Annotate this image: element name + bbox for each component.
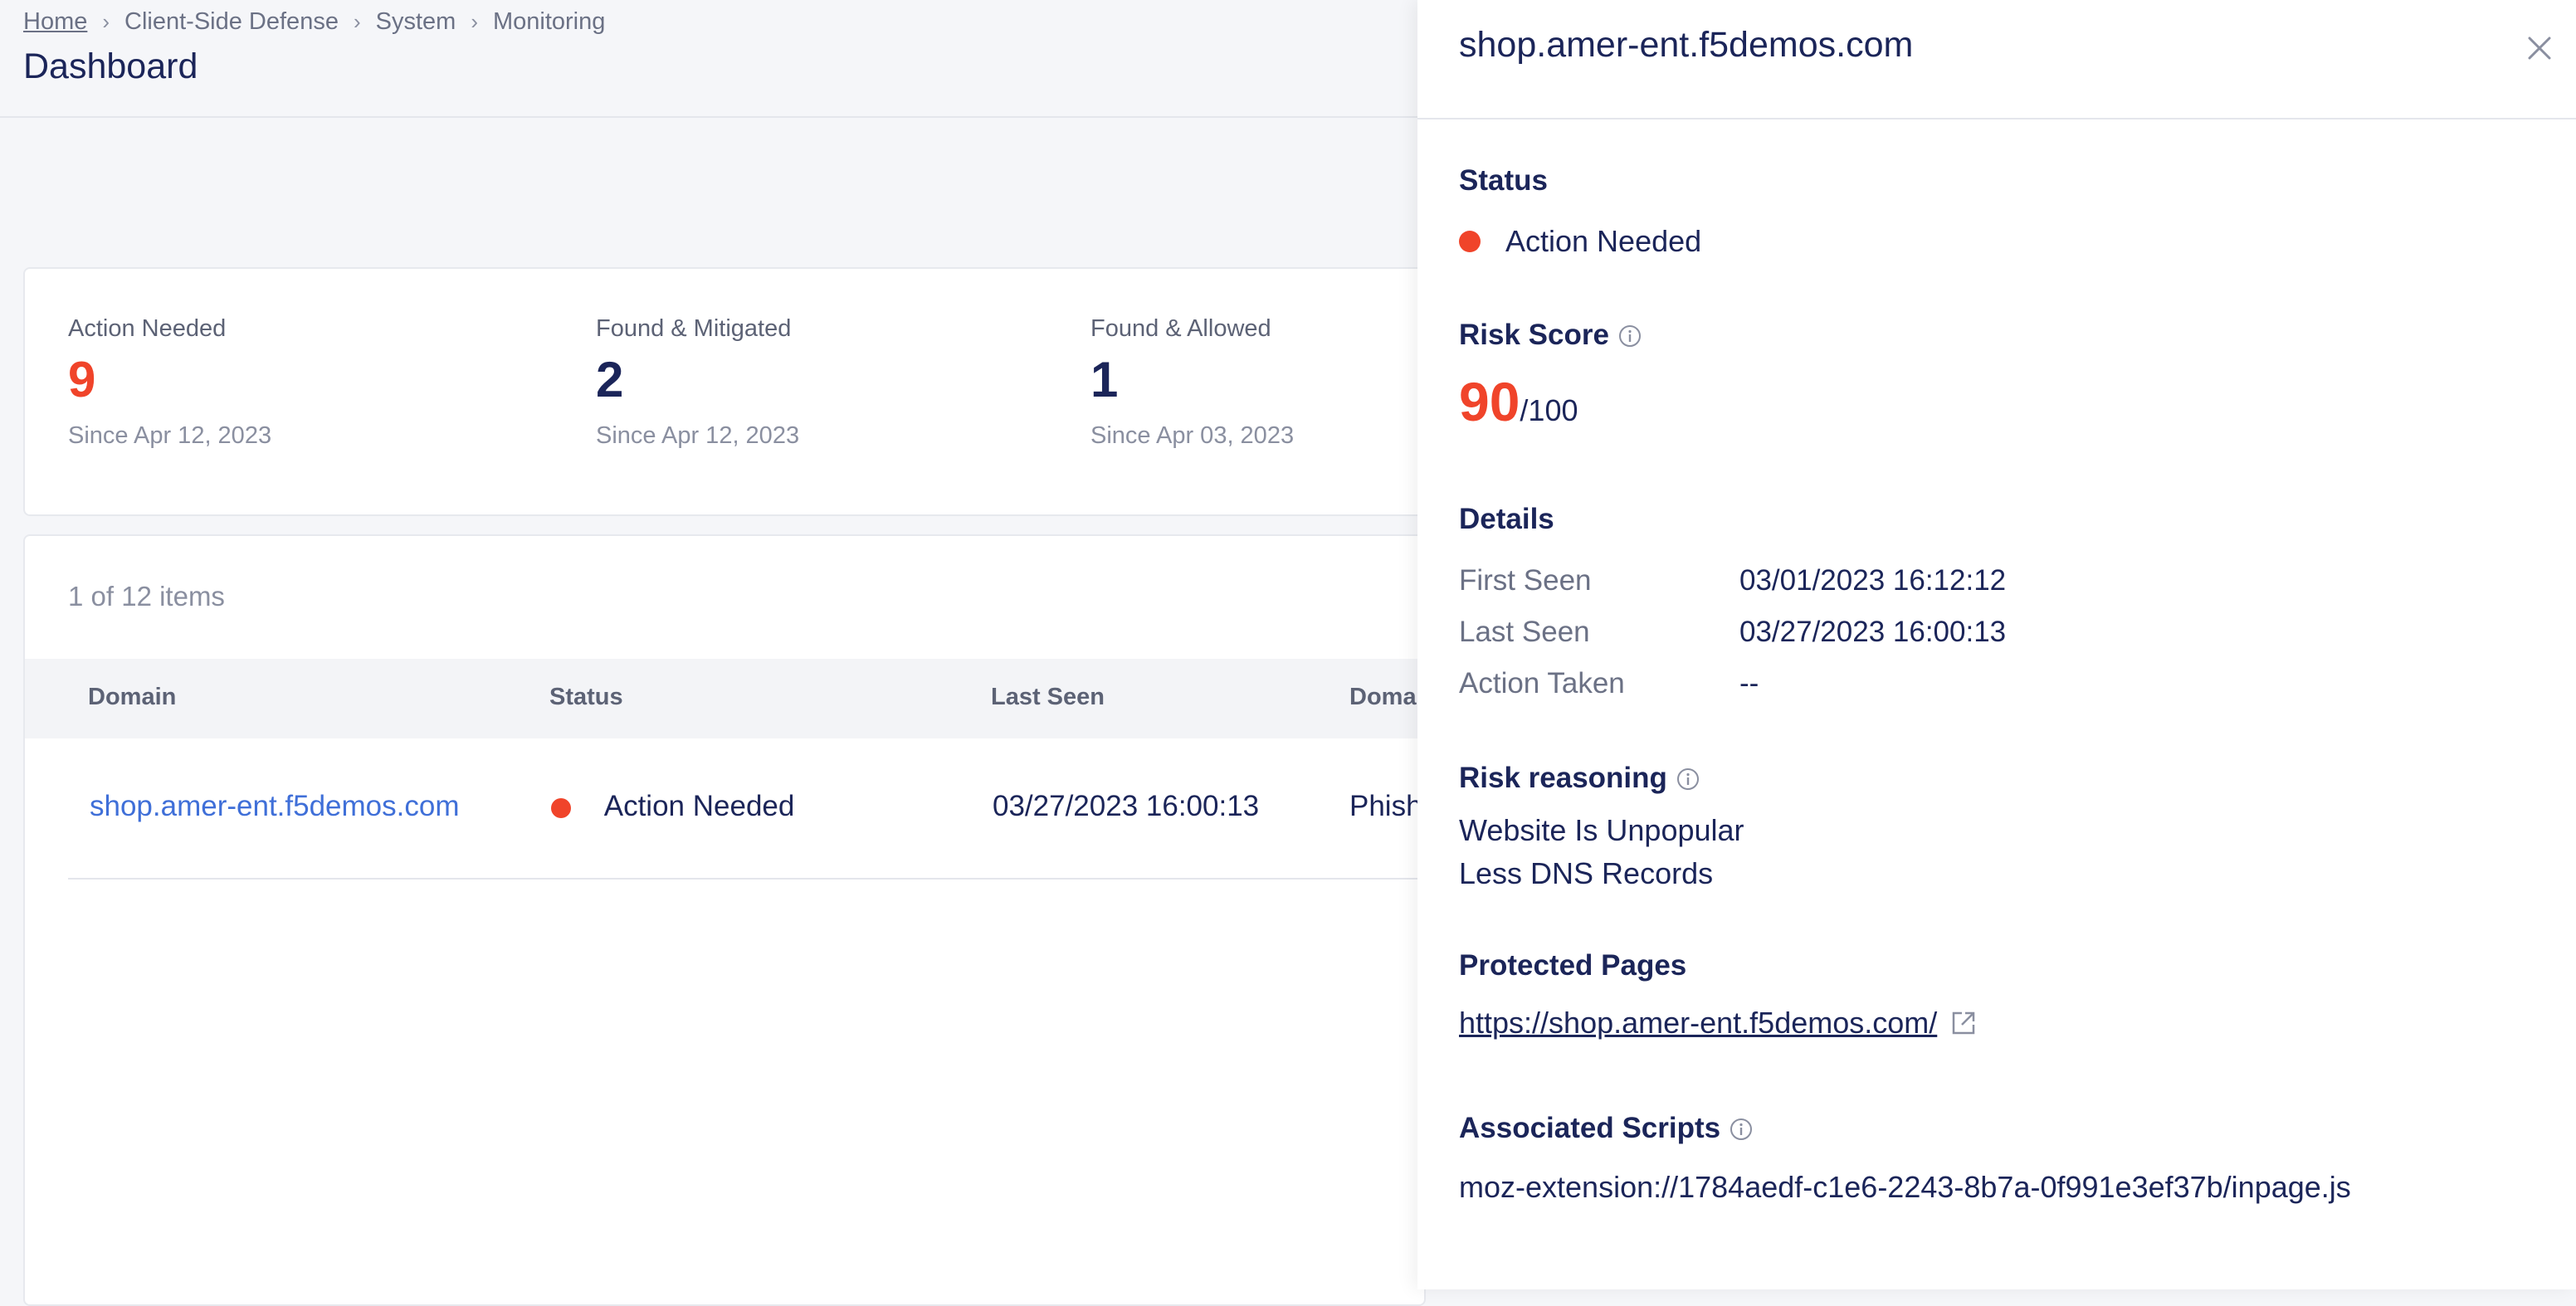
- detail-value-last-seen: 03/27/2023 16:00:13: [1739, 616, 2007, 648]
- domains-table-card: 1 of 12 items Domain Status Last Seen Do…: [23, 534, 1426, 1306]
- stat-label: Found & Mitigated: [596, 315, 792, 342]
- breadcrumb-system[interactable]: System: [376, 8, 456, 36]
- page-title: Dashboard: [23, 46, 198, 86]
- associated-scripts-heading: Associated Scripts: [1459, 1112, 1754, 1145]
- protected-pages-heading: Protected Pages: [1459, 949, 1687, 982]
- detail-value-action-taken: --: [1739, 667, 1759, 699]
- drawer-title: shop.amer-ent.f5demos.com: [1459, 25, 1914, 65]
- breadcrumb-client-side-defense[interactable]: Client-Side Defense: [124, 8, 339, 36]
- stat-since: Since Apr 03, 2023: [1090, 422, 1295, 449]
- detail-label-last-seen: Last Seen: [1459, 616, 1590, 648]
- breadcrumb-monitoring: Monitoring: [492, 7, 606, 35]
- top-bar: Home › Client-Side Defense › System › Mo…: [0, 0, 1419, 118]
- row-status-label: Action Needed: [603, 790, 795, 822]
- stat-found-allowed[interactable]: Found & Allowed 1 Since Apr 03, 2023: [1090, 315, 1294, 450]
- row-domain-category: Phish: [1349, 790, 1422, 822]
- risk-reasoning-heading: Risk reasoning: [1459, 762, 1700, 795]
- protected-page-url[interactable]: https://shop.amer-ent.f5demos.com/: [1459, 1006, 1937, 1040]
- chevron-right-icon: ›: [471, 8, 478, 34]
- table-row[interactable]: shop.amer-ent.f5demos.com Action Needed …: [25, 738, 1424, 880]
- column-header-domain[interactable]: Domain: [88, 684, 176, 711]
- detail-label-action-taken: Action Taken: [1459, 667, 1625, 699]
- chevron-right-icon: ›: [102, 8, 110, 34]
- detail-value-first-seen: 03/01/2023 16:12:12: [1739, 564, 2007, 597]
- associated-scripts-heading-label: Associated Scripts: [1459, 1112, 1721, 1144]
- risk-score-value: 90: [1459, 371, 1520, 432]
- info-icon[interactable]: [1676, 766, 1700, 791]
- risk-score-max: /100: [1520, 393, 1578, 427]
- stat-value: 1: [1090, 352, 1119, 407]
- stat-since: Since Apr 12, 2023: [68, 422, 272, 449]
- items-count: 1 of 12 items: [68, 581, 225, 612]
- breadcrumb: Home › Client-Side Defense › System › Mo…: [23, 7, 605, 37]
- breadcrumb-home[interactable]: Home: [23, 8, 87, 36]
- table-header: Domain Status Last Seen Doma: [25, 659, 1424, 738]
- drawer-header: shop.amer-ent.f5demos.com: [1417, 0, 2576, 119]
- risk-score-heading-label: Risk Score: [1459, 319, 1609, 351]
- status-heading: Status: [1459, 164, 1548, 197]
- stat-label: Action Needed: [68, 315, 227, 342]
- risk-score: 90/100: [1459, 370, 1578, 433]
- column-header-domain-category[interactable]: Doma: [1349, 684, 1417, 711]
- detail-label-first-seen: First Seen: [1459, 564, 1592, 597]
- status-value: Action Needed: [1505, 224, 1702, 258]
- row-last-seen: 03/27/2023 16:00:13: [993, 790, 1260, 822]
- risk-score-heading: Risk Score: [1459, 319, 1642, 352]
- column-header-status[interactable]: Status: [549, 684, 623, 711]
- row-status: Action Needed: [551, 790, 794, 823]
- risk-reasoning-heading-label: Risk reasoning: [1459, 762, 1667, 794]
- close-icon[interactable]: [2525, 33, 2554, 63]
- status-dot-icon: [551, 797, 571, 818]
- domain-detail-drawer: shop.amer-ent.f5demos.com Status Action …: [1417, 0, 2576, 1289]
- external-link-icon[interactable]: [1949, 1008, 1978, 1038]
- stat-value: 2: [596, 352, 624, 407]
- info-icon[interactable]: [1617, 323, 1642, 348]
- stat-found-mitigated[interactable]: Found & Mitigated 2 Since Apr 12, 2023: [596, 315, 799, 450]
- stats-card: Action Needed 9 Since Apr 12, 2023 Found…: [23, 267, 1426, 516]
- stat-action-needed[interactable]: Action Needed 9 Since Apr 12, 2023: [68, 315, 271, 450]
- stat-value: 9: [68, 352, 96, 407]
- status-line: Action Needed: [1459, 224, 1701, 259]
- chevron-right-icon: ›: [353, 8, 361, 34]
- associated-script: moz-extension://1784aedf-c1e6-2243-8b7a-…: [1459, 1170, 2351, 1204]
- info-icon[interactable]: [1729, 1116, 1754, 1141]
- risk-reason: Less DNS Records: [1459, 856, 1714, 890]
- status-dot-icon: [1459, 231, 1481, 252]
- domain-link[interactable]: shop.amer-ent.f5demos.com: [90, 790, 459, 823]
- risk-reason: Website Is Unpopular: [1459, 813, 1744, 847]
- details-heading: Details: [1459, 503, 1554, 535]
- stat-label: Found & Allowed: [1090, 315, 1271, 342]
- protected-page-link[interactable]: https://shop.amer-ent.f5demos.com/: [1459, 1006, 1978, 1040]
- column-header-last-seen[interactable]: Last Seen: [991, 684, 1105, 711]
- row-divider: [68, 878, 1424, 880]
- stat-since: Since Apr 12, 2023: [596, 422, 800, 449]
